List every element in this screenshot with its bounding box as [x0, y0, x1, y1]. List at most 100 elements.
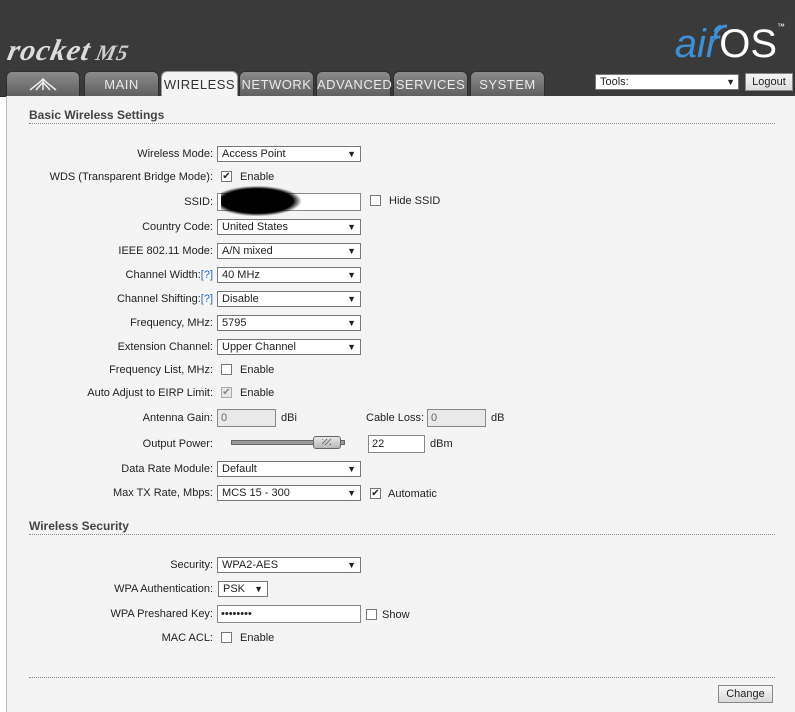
ssid-redaction — [221, 186, 301, 216]
section-divider — [29, 123, 775, 124]
hide-ssid-label: Hide SSID — [389, 195, 441, 207]
extension-channel-label: Extension Channel: — [117, 341, 213, 353]
tab-network[interactable]: NETWORK — [239, 71, 314, 96]
cable-loss-input[interactable]: 0 — [427, 409, 486, 427]
chevron-down-icon: ▼ — [347, 270, 356, 280]
security-select[interactable]: WPA2-AES ▼ — [217, 557, 361, 573]
cable-loss-unit: dB — [491, 412, 505, 424]
security-label: Security: — [170, 559, 213, 571]
frequency-list-label: Frequency List, MHz: — [109, 364, 213, 376]
footer-divider — [29, 677, 775, 678]
change-button[interactable]: Change — [718, 685, 773, 703]
wds-enable-label: Enable — [240, 171, 275, 183]
basic-wireless-title: Basic Wireless Settings — [29, 108, 165, 122]
chevron-down-icon: ▼ — [347, 294, 356, 304]
chevron-down-icon: ▼ — [347, 222, 356, 232]
hide-ssid-checkbox[interactable] — [370, 195, 381, 206]
wpa-preshared-key-label: WPA Preshared Key: — [110, 608, 213, 620]
wpa-authentication-label: WPA Authentication: — [114, 583, 213, 595]
wds-checkbox[interactable]: ✔ — [221, 171, 232, 182]
output-power-input[interactable]: 22 — [368, 435, 425, 453]
channel-width-text: Channel Width: — [125, 269, 201, 281]
country-code-label: Country Code: — [142, 221, 213, 233]
channel-width-select[interactable]: 40 MHz ▼ — [217, 267, 361, 283]
checkmark-icon: ✔ — [222, 387, 231, 398]
tab-main[interactable]: MAIN — [84, 71, 159, 96]
ssid-label: SSID: — [184, 196, 213, 208]
chevron-down-icon: ▼ — [347, 149, 356, 159]
max-tx-rate-select[interactable]: MCS 15 - 300 ▼ — [217, 485, 361, 501]
mac-acl-checkbox[interactable] — [221, 632, 232, 643]
ubiquiti-logo-icon — [29, 77, 57, 91]
country-code-select[interactable]: United States ▼ — [217, 219, 361, 235]
tab-system[interactable]: SYSTEM — [470, 71, 545, 96]
output-power-label: Output Power: — [142, 438, 213, 450]
ieee-mode-select[interactable]: A/N mixed ▼ — [217, 243, 361, 259]
wpa-authentication-select[interactable]: PSK ▼ — [218, 581, 268, 597]
tab-ubiquiti-logo[interactable] — [6, 71, 80, 96]
data-rate-module-value: Default — [222, 463, 257, 475]
channel-width-help-link[interactable]: [?] — [201, 269, 213, 281]
tab-main-label: MAIN — [104, 77, 139, 92]
frequency-list-checkbox[interactable] — [221, 364, 232, 375]
airos-air-text: air — [674, 22, 720, 66]
chevron-down-icon: ▼ — [254, 584, 263, 594]
tab-advanced-label: ADVANCED — [317, 77, 393, 92]
show-key-checkbox[interactable] — [366, 609, 377, 620]
channel-width-label: Channel Width:[?] — [126, 269, 213, 281]
tools-select[interactable]: Tools: ▼ — [595, 74, 739, 90]
data-rate-module-select[interactable]: Default ▼ — [217, 461, 361, 477]
output-power-unit: dBm — [430, 438, 453, 450]
channel-shifting-label: Channel Shifting:[?] — [117, 293, 213, 305]
airos-logo: airOS™ — [675, 22, 785, 67]
security-value: WPA2-AES — [222, 559, 279, 571]
auto-eirp-label: Auto Adjust to EIRP Limit: — [87, 387, 213, 399]
tab-system-label: SYSTEM — [479, 77, 536, 92]
automatic-checkbox[interactable]: ✔ — [370, 488, 381, 499]
frequency-list-enable-label: Enable — [240, 364, 275, 376]
data-rate-module-label: Data Rate Module: — [121, 463, 213, 475]
ieee-mode-value: A/N mixed — [222, 245, 273, 257]
tab-advanced[interactable]: ADVANCED — [316, 71, 393, 96]
wpa-preshared-key-input[interactable]: •••••••• — [217, 605, 361, 623]
wpa-authentication-value: PSK — [223, 583, 246, 595]
section-divider — [29, 534, 775, 535]
chevron-down-icon: ▼ — [347, 560, 356, 570]
chevron-down-icon: ▼ — [347, 464, 356, 474]
chevron-down-icon: ▼ — [347, 246, 356, 256]
max-tx-rate-label: Max TX Rate, Mbps: — [112, 487, 213, 499]
tab-wireless[interactable]: WIRELESS — [161, 71, 238, 97]
tab-services[interactable]: SERVICES — [393, 71, 468, 96]
channel-shifting-select[interactable]: Disable ▼ — [217, 291, 361, 307]
channel-width-value: 40 MHz — [222, 269, 260, 281]
wireless-security-title: Wireless Security — [29, 519, 129, 533]
extension-channel-select[interactable]: Upper Channel ▼ — [217, 339, 361, 355]
tab-wireless-label: WIRELESS — [163, 77, 236, 92]
rocket-m5-logo: rocketM5 — [4, 34, 132, 68]
channel-shifting-help-link[interactable]: [?] — [201, 293, 213, 305]
chevron-down-icon: ▼ — [347, 488, 356, 498]
output-power-slider-handle[interactable] — [313, 436, 341, 449]
wireless-mode-select[interactable]: Access Point ▼ — [217, 146, 361, 162]
frequency-select[interactable]: 5795 ▼ — [217, 315, 361, 331]
antenna-gain-input[interactable]: 0 — [217, 409, 276, 427]
wireless-mode-value: Access Point — [222, 148, 286, 160]
mac-acl-enable-label: Enable — [240, 632, 275, 644]
airos-os-text: OS — [719, 22, 777, 66]
checkmark-icon: ✔ — [222, 171, 231, 182]
airos-tm: ™ — [777, 22, 785, 31]
brand-model: M5 — [93, 40, 132, 65]
channel-shifting-text: Channel Shifting: — [116, 293, 201, 305]
frequency-label: Frequency, MHz: — [130, 317, 213, 329]
extension-channel-value: Upper Channel — [222, 341, 296, 353]
frequency-value: 5795 — [222, 317, 247, 329]
channel-shifting-value: Disable — [222, 293, 259, 305]
auto-eirp-checkbox[interactable]: ✔ — [221, 387, 232, 398]
logout-button[interactable]: Logout — [745, 73, 793, 91]
auto-eirp-enable-label: Enable — [240, 387, 275, 399]
chevron-down-icon: ▼ — [347, 342, 356, 352]
wds-label: WDS (Transparent Bridge Mode): — [49, 171, 213, 183]
mac-acl-label: MAC ACL: — [161, 632, 213, 644]
max-tx-rate-value: MCS 15 - 300 — [222, 487, 290, 499]
tab-services-label: SERVICES — [395, 77, 466, 92]
